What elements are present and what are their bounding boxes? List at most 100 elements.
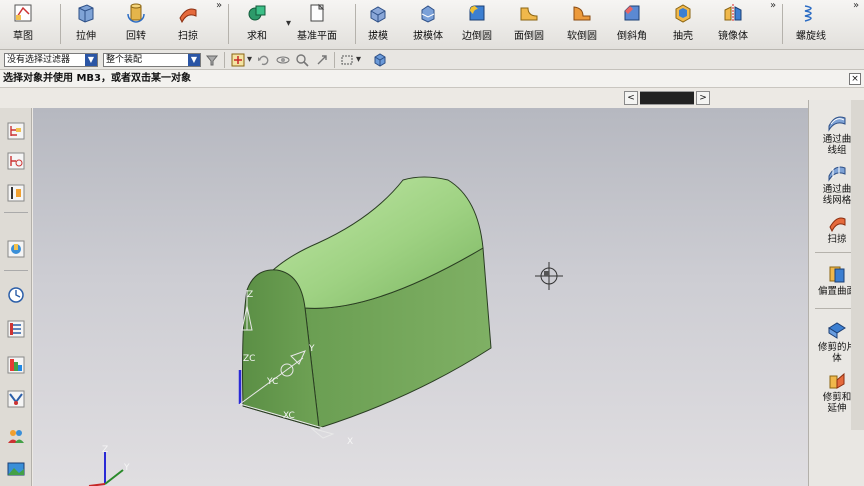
chevron-down-icon[interactable]: ▼ [188, 54, 200, 66]
part-navigator-icon[interactable] [7, 184, 25, 202]
status-bar: 选择对象并使用 MB3，或者双击某一对象 × [0, 70, 864, 88]
shell-button[interactable]: 抽壳 [672, 2, 694, 48]
sweep-surface-label: 扫掠 [827, 234, 847, 245]
unite-label: 求和 [247, 31, 267, 42]
mirror-body-icon [724, 4, 742, 22]
assembly-navigator-icon[interactable] [7, 122, 25, 140]
wcs-z-label: Z [247, 290, 253, 300]
roles-icon[interactable] [7, 426, 25, 444]
abs-y-label: Y [123, 463, 130, 473]
ribbon-divider [228, 4, 229, 44]
through-curves-label: 通过曲线组 [822, 134, 852, 156]
graphics-window[interactable]: Z ZC Y YC XC X Z Y [33, 108, 808, 486]
ribbon-divider [60, 4, 61, 44]
revolve-label: 回转 [126, 31, 146, 42]
wcs-zc-label: ZC [243, 354, 255, 364]
soft-blend-button[interactable]: 软倒圆 [567, 2, 597, 48]
scroll-right-button[interactable]: > [696, 91, 710, 105]
ribbon-more-1[interactable]: » [216, 0, 222, 11]
scroll-thumb[interactable] [640, 92, 694, 104]
edge-blend-button[interactable]: 边倒圆 [462, 2, 492, 48]
datum-plane-icon [310, 3, 325, 22]
sweep-button[interactable]: 扫掠 [177, 2, 199, 48]
snap-point-icon[interactable] [231, 53, 245, 67]
edge-blend-label: 边倒圆 [462, 31, 492, 42]
through-curves-icon [828, 116, 846, 132]
trim-extend-label: 修剪和延伸 [822, 392, 852, 414]
toolbar-divider [4, 270, 28, 271]
view-rotate-icon[interactable] [276, 53, 290, 67]
draft-label: 拔模 [368, 31, 388, 42]
sketch-icon [14, 4, 32, 22]
selection-toolbar: 没有选择过滤器 ▼ 整个装配 ▼ ▾ ▾ [0, 50, 864, 70]
unite-dropdown[interactable]: ▾ [286, 18, 291, 29]
helix-button[interactable]: 螺旋线 [796, 2, 826, 48]
model-view: Z ZC Y YC XC X Z Y [88, 176, 563, 486]
helix-icon [804, 5, 812, 22]
sweep-icon [179, 8, 197, 24]
helix-label: 螺旋线 [796, 31, 826, 42]
constraint-navigator-icon[interactable] [7, 152, 25, 170]
shell-icon [675, 4, 691, 23]
through-curve-mesh-label: 通过曲线网格 [822, 184, 852, 206]
trimmed-sheet-icon [828, 322, 846, 339]
chamfer-icon [624, 5, 640, 21]
ribbon-more-2[interactable]: » [770, 0, 776, 11]
close-icon[interactable]: × [849, 73, 861, 85]
ribbon-toolbar: 草图 拉伸 回转 扫掠 » 求和 ▾ 基准平面 拔模 拔模体 边倒圆 面倒圆 软… [0, 0, 864, 50]
sketch-button[interactable]: 草图 [12, 2, 34, 48]
datum-plane-label: 基准平面 [297, 31, 337, 42]
draft-body-button[interactable]: 拔模体 [413, 2, 443, 48]
soft-blend-icon [573, 6, 591, 21]
unite-icon [248, 5, 266, 21]
panel-scrollbar[interactable] [851, 100, 864, 430]
system-materials-icon[interactable] [7, 320, 25, 338]
undo-icon[interactable] [256, 53, 270, 67]
edge-blend-icon [469, 5, 485, 21]
ribbon-more-3[interactable]: » [853, 0, 859, 11]
datum-plane-button[interactable]: 基准平面 [297, 2, 337, 48]
extrude-button[interactable]: 拉伸 [75, 2, 97, 48]
crosshair-cursor-icon [535, 262, 563, 290]
mirror-body-button[interactable]: 镜像体 [718, 2, 748, 48]
revolve-icon [127, 3, 145, 23]
box-select-dropdown[interactable]: ▾ [356, 54, 361, 65]
chevron-down-icon[interactable]: ▼ [85, 54, 97, 66]
offset-surface-icon [829, 266, 845, 283]
wcs-yc-label: YC [266, 377, 278, 387]
draft-button[interactable]: 拔模 [367, 2, 389, 48]
sweep-surface-icon [829, 217, 846, 232]
unite-button[interactable]: 求和 [246, 2, 268, 48]
sketch-label: 草图 [13, 31, 33, 42]
system-scenes-icon[interactable] [7, 460, 25, 478]
resource-bar [0, 108, 32, 486]
toolbar-divider [4, 212, 28, 213]
green-solid-body[interactable] [242, 176, 492, 429]
pan-icon[interactable] [315, 53, 329, 67]
solid-body-icon[interactable] [373, 53, 387, 67]
draft-body-icon [421, 5, 435, 23]
wcs-xc-label: XC [283, 411, 295, 421]
abs-z-label: Z [102, 445, 108, 455]
chamfer-button[interactable]: 倒斜角 [617, 2, 647, 48]
status-prompt: 选择对象并使用 MB3，或者双击某一对象 [3, 73, 192, 84]
selection-scope-dropdown[interactable]: 整个装配 ▼ [103, 53, 201, 67]
ribbon-divider [355, 4, 356, 44]
history-icon[interactable] [7, 286, 25, 304]
filter-reset-icon[interactable] [205, 53, 219, 67]
chamfer-label: 倒斜角 [617, 31, 647, 42]
face-blend-label: 面倒圆 [514, 31, 544, 42]
visualization-icon[interactable] [7, 356, 25, 374]
face-blend-button[interactable]: 面倒圆 [514, 2, 544, 48]
box-select-icon[interactable] [340, 53, 354, 67]
reuse-library-icon[interactable] [7, 240, 25, 258]
process-studio-icon[interactable] [7, 390, 25, 408]
revolve-button[interactable]: 回转 [125, 2, 147, 48]
wcs-y-label: Y [308, 344, 315, 354]
type-filter-dropdown[interactable]: 没有选择过滤器 ▼ [4, 53, 98, 67]
snap-dropdown[interactable]: ▾ [247, 54, 252, 65]
scroll-left-button[interactable]: < [624, 91, 638, 105]
zoom-icon[interactable] [295, 53, 309, 67]
draft-icon [370, 6, 386, 23]
toolbar-divider [224, 52, 225, 68]
